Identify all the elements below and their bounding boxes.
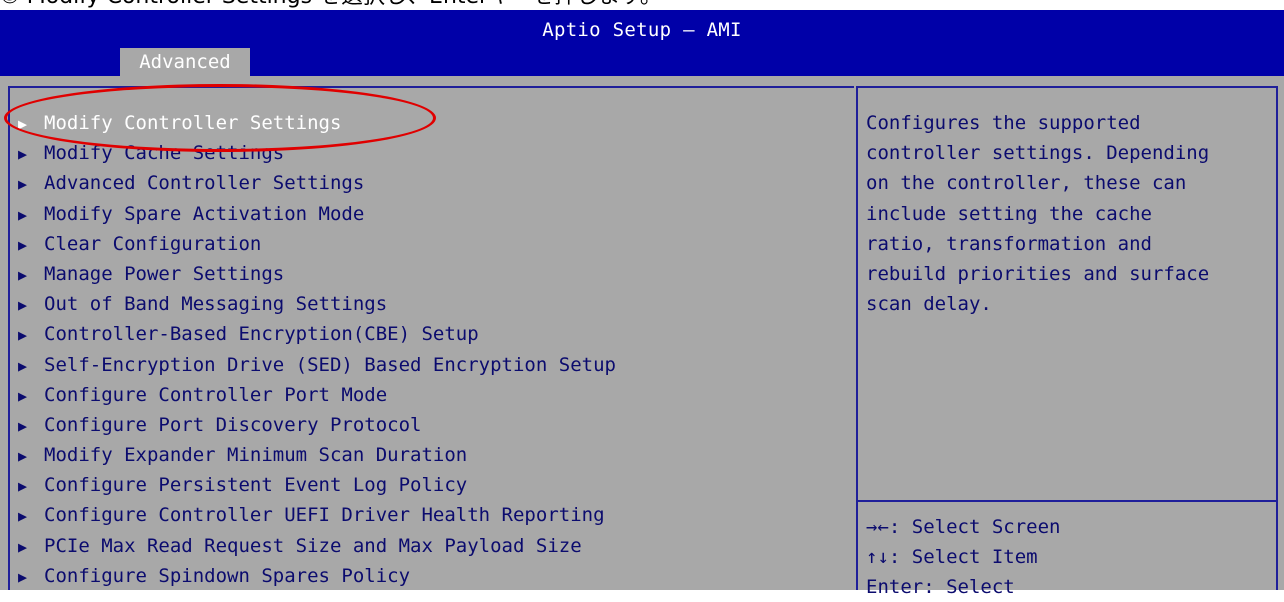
submenu-arrow-icon: ▶ <box>18 205 28 224</box>
key-legend-select-item: ↑↓: Select Item <box>866 542 1060 572</box>
help-text: Configures the supported controller sett… <box>866 112 1210 316</box>
menu-item-out-of-band-messaging[interactable]: ▶ Out of Band Messaging Settings <box>18 289 616 319</box>
menu-item-label: PCIe Max Read Request Size and Max Paylo… <box>44 534 582 557</box>
menu-item-modify-controller-settings[interactable]: ▶ Modify Controller Settings <box>18 108 616 138</box>
key-legend-enter: Enter: Select <box>866 572 1060 602</box>
menu-item-label: Self-Encryption Drive (SED) Based Encryp… <box>44 353 616 376</box>
menu-item-port-discovery-protocol[interactable]: ▶ Configure Port Discovery Protocol <box>18 410 616 440</box>
submenu-arrow-icon: ▶ <box>18 326 28 345</box>
menu-item-label: Clear Configuration <box>44 232 262 255</box>
bios-screen: Aptio Setup – AMI Advanced ▶ Modify Contr… <box>0 10 1284 598</box>
menu-item-expander-scan-duration[interactable]: ▶ Modify Expander Minimum Scan Duration <box>18 440 616 470</box>
tab-advanced[interactable]: Advanced <box>120 48 250 76</box>
submenu-arrow-icon: ▶ <box>18 296 28 315</box>
menu-item-clear-configuration[interactable]: ▶ Clear Configuration <box>18 229 616 259</box>
submenu-arrow-icon: ▶ <box>18 416 28 435</box>
caption-text: ⑤ Modify Controller Settings を選択し、Enterキ… <box>0 0 662 8</box>
menu-item-label: Configure Controller UEFI Driver Health … <box>44 504 605 527</box>
menu-item-manage-power-settings[interactable]: ▶ Manage Power Settings <box>18 259 616 289</box>
submenu-arrow-icon: ▶ <box>18 175 28 194</box>
up-down-arrows-icon: ↑↓ <box>866 546 889 568</box>
menu-item-label: Configure Controller Port Mode <box>44 383 388 406</box>
submenu-arrow-icon: ▶ <box>18 235 28 254</box>
menu-item-label: Modify Expander Minimum Scan Duration <box>44 444 468 467</box>
menu-item-uefi-driver-health[interactable]: ▶ Configure Controller UEFI Driver Health… <box>18 500 616 530</box>
submenu-arrow-icon: ▶ <box>18 447 28 466</box>
key-legend-desc: : Select Item <box>888 546 1038 568</box>
menu-item-label: Modify Controller Settings <box>44 112 342 134</box>
menu-list: ▶ Modify Controller Settings ▶ Modify Cach… <box>18 108 616 591</box>
menu-item-label: Advanced Controller Settings <box>44 172 365 195</box>
menu-item-persistent-event-log[interactable]: ▶ Configure Persistent Event Log Policy <box>18 470 616 500</box>
submenu-arrow-icon: ▶ <box>18 386 28 405</box>
menu-item-label: Configure Spindown Spares Policy <box>44 564 411 587</box>
menu-pane: ▶ Modify Controller Settings ▶ Modify Cach… <box>8 86 854 590</box>
submenu-arrow-icon: ▶ <box>18 145 28 164</box>
left-right-arrows-icon: →← <box>866 516 889 538</box>
submenu-arrow-icon: ▶ <box>18 356 28 375</box>
menu-item-cbe-setup[interactable]: ▶ Controller-Based Encryption(CBE) Setup <box>18 319 616 349</box>
menu-item-sed-encryption-setup[interactable]: ▶ Self-Encryption Drive (SED) Based Encry… <box>18 350 616 380</box>
submenu-arrow-icon: ▶ <box>18 477 28 496</box>
menu-item-label: Manage Power Settings <box>44 262 285 285</box>
key-legend-desc: : Select <box>923 576 1015 598</box>
help-divider <box>858 500 1276 502</box>
menu-item-label: Controller-Based Encryption(CBE) Setup <box>44 323 479 346</box>
menu-item-modify-spare-activation-mode[interactable]: ▶ Modify Spare Activation Mode <box>18 199 616 229</box>
key-legend-select-screen: →←: Select Screen <box>866 512 1060 542</box>
menu-item-spindown-spares-policy[interactable]: ▶ Configure Spindown Spares Policy <box>18 561 616 591</box>
help-pane: Configures the supported controller sett… <box>856 86 1278 598</box>
submenu-arrow-icon: ▶ <box>18 115 28 133</box>
menu-item-pcie-max-read-request[interactable]: ▶ PCIe Max Read Request Size and Max Payl… <box>18 531 616 561</box>
header-bar: Aptio Setup – AMI Advanced <box>0 10 1284 76</box>
submenu-arrow-icon: ▶ <box>18 507 28 526</box>
menu-item-label: Out of Band Messaging Settings <box>44 293 388 316</box>
menu-item-advanced-controller-settings[interactable]: ▶ Advanced Controller Settings <box>18 168 616 198</box>
caption-strip: ⑤ Modify Controller Settings を選択し、Enterキ… <box>0 0 1284 10</box>
menu-item-modify-cache-settings[interactable]: ▶ Modify Cache Settings <box>18 138 616 168</box>
menu-item-controller-port-mode[interactable]: ▶ Configure Controller Port Mode <box>18 380 616 410</box>
submenu-arrow-icon: ▶ <box>18 265 28 284</box>
menu-item-label: Modify Cache Settings <box>44 142 285 165</box>
submenu-arrow-icon: ▶ <box>18 537 28 556</box>
window-title: Aptio Setup – AMI <box>542 19 742 41</box>
key-legend: →←: Select Screen ↑↓: Select Item Enter:… <box>866 512 1060 602</box>
menu-item-label: Modify Spare Activation Mode <box>44 202 365 225</box>
menu-item-label: Configure Port Discovery Protocol <box>44 413 422 436</box>
submenu-arrow-icon: ▶ <box>18 567 28 586</box>
menu-item-label: Configure Persistent Event Log Policy <box>44 474 468 497</box>
enter-key-label: Enter <box>866 576 924 598</box>
key-legend-desc: : Select Screen <box>888 516 1061 538</box>
